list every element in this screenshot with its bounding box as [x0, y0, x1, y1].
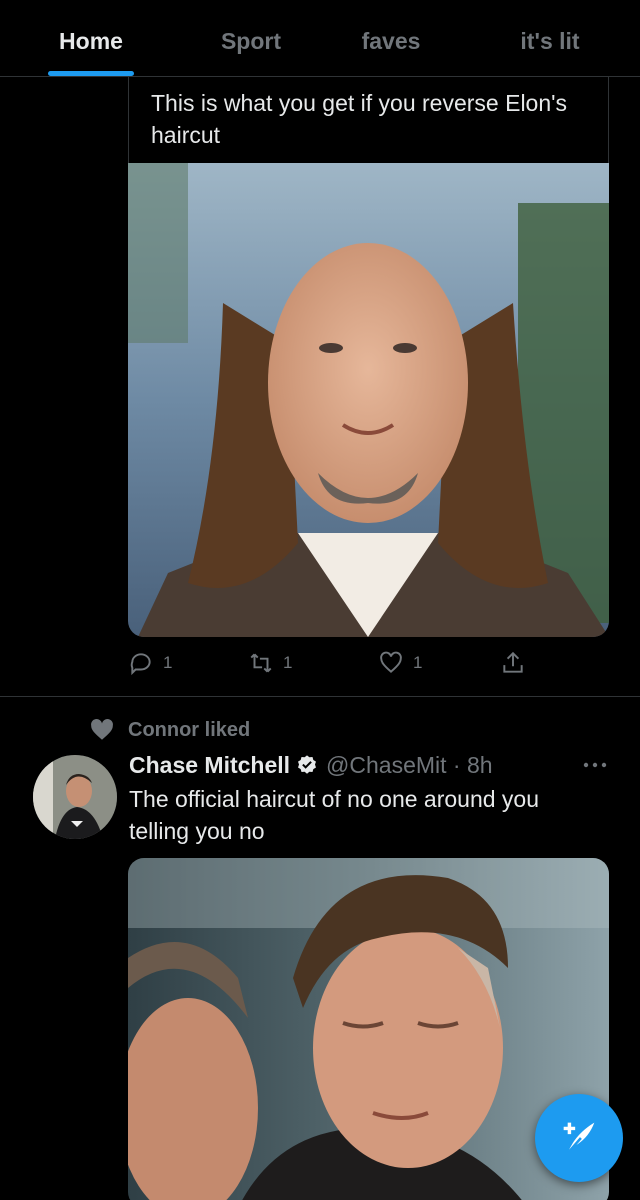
reverse-haircut-photo	[128, 163, 609, 637]
share-button[interactable]	[500, 648, 526, 678]
compose-feather-icon	[563, 1122, 595, 1155]
heart-filled-icon	[91, 719, 113, 740]
tweet-header: Chase Mitchell @ChaseMit · 8h	[129, 748, 493, 782]
more-options-icon[interactable]	[582, 758, 608, 772]
tweet-actions: 1 1 1	[128, 648, 528, 678]
avatar-image	[33, 755, 117, 839]
social-context[interactable]: Connor liked	[88, 716, 250, 744]
like-count: 1	[413, 653, 423, 672]
tweet-divider	[0, 696, 640, 697]
tab-its-lit[interactable]: it's lit	[490, 28, 610, 55]
handle-and-time[interactable]: @ChaseMit · 8h	[326, 752, 493, 779]
like-icon	[380, 651, 402, 673]
reply-count: 1	[163, 653, 173, 672]
social-context-text: Connor liked	[128, 718, 251, 741]
reply-icon	[130, 653, 151, 676]
reply-button[interactable]: 1	[128, 648, 172, 678]
tab-sport[interactable]: Sport	[196, 28, 306, 55]
tweet-text: The official haircut of no one around yo…	[129, 786, 540, 844]
top-tab-bar: Home Sport faves it's lit	[0, 0, 640, 77]
retweet-count: 1	[283, 653, 293, 672]
share-icon	[503, 651, 523, 673]
display-name[interactable]: Chase Mitchell	[129, 752, 290, 779]
retweet-button[interactable]: 1	[248, 648, 292, 678]
tab-home[interactable]: Home	[48, 28, 134, 55]
quoted-tweet-card[interactable]: This is what you get if you reverse Elon…	[128, 77, 609, 163]
verified-badge-icon	[298, 755, 317, 774]
quoted-tweet-text: This is what you get if you reverse Elon…	[151, 90, 568, 148]
compose-tweet-button[interactable]	[535, 1094, 623, 1182]
retweet-icon	[250, 653, 272, 673]
like-button[interactable]: 1	[378, 648, 422, 678]
avatar[interactable]	[33, 755, 117, 839]
active-tab-indicator	[48, 71, 134, 76]
tab-faves[interactable]: faves	[336, 28, 446, 55]
tweet-media-image[interactable]	[128, 163, 609, 637]
